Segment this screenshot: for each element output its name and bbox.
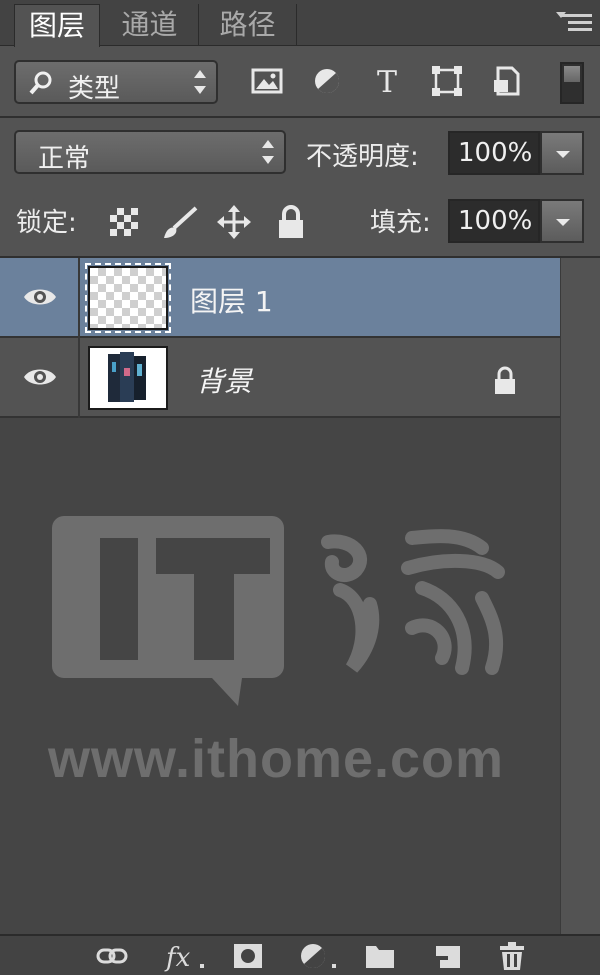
fill-dropdown-button[interactable]	[540, 199, 584, 243]
layer-thumbnail	[85, 263, 171, 333]
new-layer-icon[interactable]	[432, 940, 464, 972]
image-filter-icon[interactable]	[250, 64, 284, 98]
select-arrows-icon	[262, 140, 274, 164]
fx-icon[interactable]: fx	[164, 940, 208, 972]
opacity-input[interactable]: 100%	[448, 131, 540, 175]
shape-filter-icon[interactable]	[430, 64, 464, 98]
lock-transparent-pixels-icon[interactable]	[108, 206, 140, 238]
lock-all-icon[interactable]	[276, 204, 306, 240]
fill-input[interactable]: 100%	[448, 199, 540, 243]
smart-object-filter-icon[interactable]	[490, 64, 524, 98]
layers-footer-toolbar: fx	[0, 934, 600, 975]
eye-icon	[24, 289, 56, 305]
blend-mode-select[interactable]: 正常	[14, 130, 286, 174]
link-layers-icon[interactable]	[96, 940, 128, 972]
fill-label: 填充:	[370, 208, 431, 238]
lock-position-icon[interactable]	[216, 204, 252, 240]
divider	[0, 116, 600, 118]
search-icon	[29, 71, 52, 95]
panel-tab-bar: 图层 通道 路径	[0, 0, 600, 47]
tab-channels[interactable]: 通道	[101, 4, 199, 46]
filter-toggle-switch[interactable]	[560, 62, 584, 104]
adjustment-layer-icon[interactable]	[298, 940, 342, 972]
filter-kind-label: 类型	[68, 74, 121, 104]
watermark-url: www.ithome.com	[48, 729, 505, 789]
layers-scrollbar[interactable]	[560, 258, 600, 934]
layer-thumbnail	[88, 346, 168, 410]
blend-mode-label: 正常	[38, 144, 91, 174]
select-arrows-icon	[194, 70, 206, 94]
filter-kind-select[interactable]: 类型	[14, 60, 218, 104]
layer-row[interactable]: 图层 1	[0, 258, 560, 338]
layer-name[interactable]: 图层 1	[190, 280, 273, 320]
opacity-dropdown-button[interactable]	[540, 131, 584, 175]
visibility-toggle[interactable]	[0, 338, 80, 418]
opacity-label: 不透明度:	[306, 142, 419, 172]
visibility-toggle[interactable]	[0, 258, 80, 338]
panel-menu-icon[interactable]	[556, 10, 592, 34]
svg-text:T: T	[377, 65, 397, 98]
layer-lock-icon	[495, 366, 515, 394]
tab-paths[interactable]: 路径	[199, 4, 297, 46]
add-mask-icon[interactable]	[232, 940, 264, 972]
layer-name[interactable]: 背景	[196, 360, 252, 400]
eye-icon	[24, 369, 56, 385]
new-group-icon[interactable]	[364, 940, 396, 972]
type-filter-icon[interactable]: T	[370, 64, 404, 98]
lock-label: 锁定:	[16, 208, 77, 238]
adjustment-filter-icon[interactable]	[310, 64, 344, 98]
svg-text:fx: fx	[164, 943, 191, 972]
tab-layers[interactable]: 图层	[14, 4, 100, 47]
delete-layer-icon[interactable]	[496, 940, 528, 972]
lock-image-pixels-icon[interactable]	[160, 204, 200, 240]
background-image-thumbnail	[90, 348, 166, 408]
layer-row[interactable]: 背景	[0, 338, 560, 418]
